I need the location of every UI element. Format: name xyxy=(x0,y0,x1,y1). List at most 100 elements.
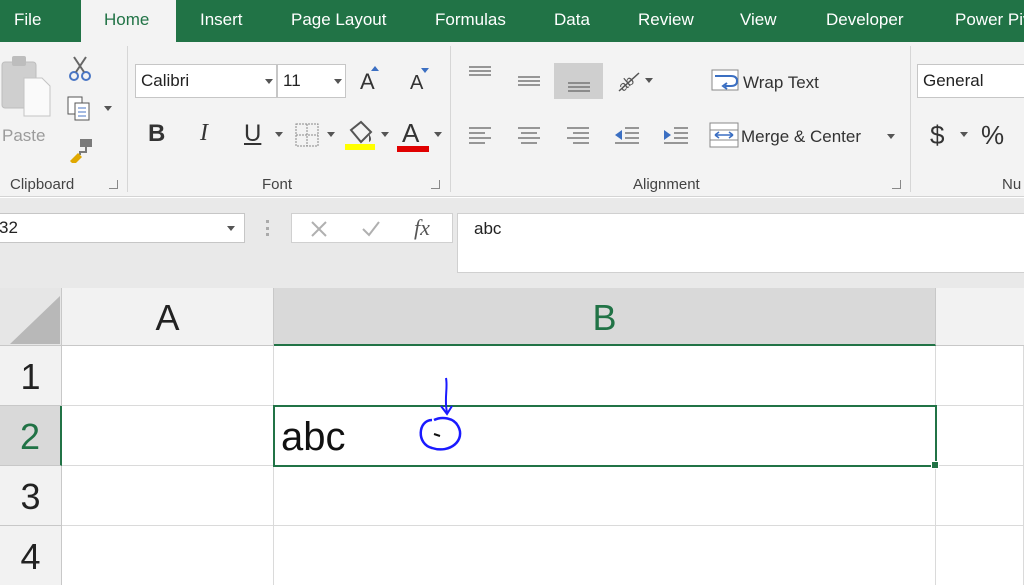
row-header-1[interactable]: 1 xyxy=(0,346,62,406)
align-right-icon xyxy=(567,127,589,144)
align-center-button[interactable] xyxy=(515,124,543,146)
group-divider xyxy=(910,46,911,192)
merge-dropdown-icon[interactable] xyxy=(887,134,895,139)
font-color-button[interactable]: A xyxy=(402,118,419,149)
annotation-circle-arrow-icon xyxy=(419,377,462,451)
row-header-3[interactable]: 3 xyxy=(0,466,62,526)
increase-indent-button[interactable] xyxy=(661,124,691,146)
column-header-a[interactable]: A xyxy=(62,288,274,346)
font-size-combo[interactable]: 11 xyxy=(277,64,346,98)
orientation-dropdown-icon[interactable] xyxy=(645,78,653,83)
formula-buttons: fx xyxy=(291,213,453,243)
column-header-b[interactable]: B xyxy=(274,288,936,346)
row-header-2[interactable]: 2 xyxy=(0,406,62,466)
align-right-button[interactable] xyxy=(564,124,592,146)
font-name-value: Calibri xyxy=(141,71,190,90)
group-divider xyxy=(450,46,451,192)
cell-c3[interactable] xyxy=(936,466,1024,526)
orientation-button[interactable]: ab xyxy=(612,66,644,96)
row-header-4[interactable]: 4 xyxy=(0,526,62,585)
align-top-button[interactable] xyxy=(466,64,494,82)
tab-home[interactable]: Home xyxy=(81,0,176,42)
fill-color-dropdown-icon[interactable] xyxy=(381,132,389,137)
currency-dropdown-icon[interactable] xyxy=(960,132,968,137)
font-launcher-icon[interactable] xyxy=(431,180,440,189)
cell-c2[interactable] xyxy=(936,406,1024,466)
font-size-value: 11 xyxy=(283,71,301,90)
decrease-indent-icon xyxy=(615,127,639,144)
fill-color-button[interactable] xyxy=(343,120,377,152)
clipboard-launcher-icon[interactable] xyxy=(109,180,118,189)
tab-formulas[interactable]: Formulas xyxy=(435,0,506,42)
name-box[interactable]: 32 xyxy=(0,213,245,243)
align-bottom-icon xyxy=(567,82,590,92)
number-format-value: General xyxy=(923,71,984,90)
insert-function-button[interactable]: fx xyxy=(414,215,430,241)
borders-dropdown-icon[interactable] xyxy=(327,132,335,137)
number-format-combo[interactable]: General xyxy=(917,64,1024,98)
merge-center-button[interactable]: Merge & Center xyxy=(741,127,861,147)
cell-a3[interactable] xyxy=(62,466,274,526)
cell-b3[interactable] xyxy=(274,466,936,526)
merge-center-icon xyxy=(709,122,739,148)
decrease-indent-button[interactable] xyxy=(612,124,642,146)
formula-bar: 32 fx abc xyxy=(0,198,1024,288)
align-bottom-button[interactable] xyxy=(554,63,603,99)
copy-icon xyxy=(67,96,90,121)
copy-button[interactable] xyxy=(64,94,94,122)
grow-font-button[interactable]: A xyxy=(360,69,375,95)
underline-button[interactable]: U xyxy=(244,120,261,148)
copy-dropdown-icon[interactable] xyxy=(104,106,112,111)
alignment-group-label: Alignment xyxy=(633,176,700,193)
enter-button[interactable] xyxy=(360,219,382,239)
tab-file[interactable]: File xyxy=(14,0,41,42)
alignment-launcher-icon[interactable] xyxy=(892,180,901,189)
shrink-font-button[interactable]: A xyxy=(410,72,423,95)
cell-b4[interactable] xyxy=(274,526,936,585)
tab-power-pivot[interactable]: Power Piv xyxy=(955,0,1024,42)
wrap-text-button[interactable]: Wrap Text xyxy=(743,73,819,93)
cell-a4[interactable] xyxy=(62,526,274,585)
underline-dropdown-icon[interactable] xyxy=(275,132,283,137)
cell-c1[interactable] xyxy=(936,346,1024,406)
align-middle-button[interactable] xyxy=(515,72,543,90)
percent-button[interactable]: % xyxy=(981,120,1004,151)
tab-insert[interactable]: Insert xyxy=(200,0,243,42)
italic-button[interactable]: I xyxy=(200,120,208,147)
chevron-down-icon xyxy=(334,79,342,84)
tab-page-layout[interactable]: Page Layout xyxy=(291,0,386,42)
cell-b1[interactable] xyxy=(274,346,936,406)
formula-bar-grip[interactable] xyxy=(266,220,269,236)
select-all-button[interactable] xyxy=(0,288,62,346)
ribbon: Paste Clipboard Calibri 11 A A B I U A F… xyxy=(0,42,1024,197)
cell-a1[interactable] xyxy=(62,346,274,406)
active-cell-border xyxy=(273,405,937,467)
fill-handle[interactable] xyxy=(931,461,939,469)
cell-c4[interactable] xyxy=(936,526,1024,585)
tab-data[interactable]: Data xyxy=(554,0,590,42)
bold-button[interactable]: B xyxy=(148,120,165,148)
clipboard-group-label: Clipboard xyxy=(10,176,75,193)
font-color-dropdown-icon[interactable] xyxy=(434,132,442,137)
formula-input[interactable]: abc xyxy=(457,213,1024,273)
font-name-combo[interactable]: Calibri xyxy=(135,64,277,98)
tab-developer[interactable]: Developer xyxy=(826,0,904,42)
column-header-c[interactable] xyxy=(936,288,1024,346)
close-icon xyxy=(311,221,327,237)
format-painter-button[interactable] xyxy=(65,136,95,164)
currency-button[interactable]: $ xyxy=(930,120,944,151)
chevron-down-icon xyxy=(227,226,235,231)
tab-view[interactable]: View xyxy=(740,0,777,42)
align-left-button[interactable] xyxy=(466,124,494,146)
align-center-icon xyxy=(518,127,540,144)
tab-review[interactable]: Review xyxy=(638,0,694,42)
chevron-down-icon xyxy=(265,79,273,84)
cell-a2[interactable] xyxy=(62,406,274,466)
borders-button[interactable] xyxy=(294,122,320,148)
paste-button[interactable] xyxy=(0,54,52,124)
group-divider xyxy=(127,46,128,192)
align-left-icon xyxy=(469,127,491,144)
cut-button[interactable] xyxy=(65,54,95,82)
select-all-triangle-icon xyxy=(10,296,60,344)
cancel-button[interactable] xyxy=(308,219,330,239)
